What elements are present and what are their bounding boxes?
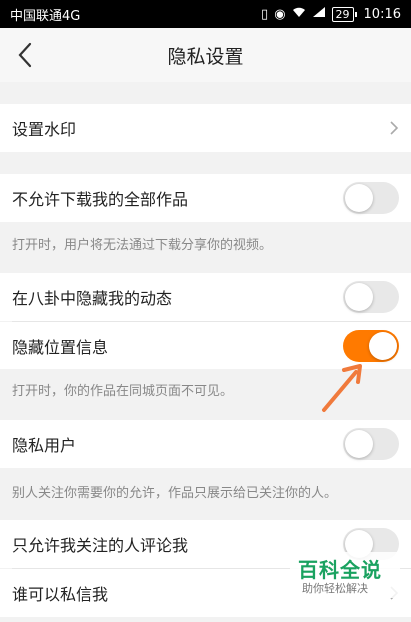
setting-hide-activity: 在八卦中隐藏我的动态: [0, 273, 411, 321]
page-title: 隐私设置: [167, 45, 244, 68]
hide-activity-toggle[interactable]: [343, 281, 399, 313]
annotation-arrow-icon: [322, 364, 362, 412]
setting-disallow-download: 不允许下载我的全部作品: [0, 174, 411, 222]
setting-label: 设置水印: [12, 120, 77, 139]
chevron-right-icon: [390, 121, 399, 135]
watermark-title: 百科全说: [298, 558, 382, 582]
setting-private-user: 隐私用户: [0, 420, 411, 468]
eye-icon: ◉: [274, 6, 286, 22]
setting-watermark[interactable]: 设置水印: [0, 104, 411, 152]
setting-label: 隐藏位置信息: [12, 337, 109, 357]
private-user-hint: 别人关注你需要你的允许，作品只展示给已关注你的人。: [12, 486, 338, 501]
private-user-toggle[interactable]: [343, 428, 399, 460]
back-arrow-icon[interactable]: [14, 40, 38, 70]
disallow-download-hint: 打开时，用户将无法通过下载分享你的视频。: [12, 238, 273, 253]
watermark-subtitle: 助你轻松解决: [302, 582, 368, 595]
setting-label: 隐私用户: [12, 436, 77, 455]
vibrate-icon: ▯: [261, 6, 269, 22]
carrier-label: 中国联通4G: [10, 8, 81, 24]
clock: 10:16: [363, 6, 401, 22]
setting-label: 只允许我关注的人评论我: [12, 536, 189, 555]
toggle-knob: [345, 184, 373, 212]
status-icons: ▯ ◉ 29 10:16: [261, 6, 401, 22]
nav-bar: 隐私设置: [0, 28, 411, 82]
signal-icon: [312, 6, 326, 22]
toggle-knob: [369, 332, 397, 360]
status-bar: 中国联通4G ▯ ◉ 29 10:16: [0, 0, 411, 28]
toggle-knob: [345, 283, 373, 311]
setting-label: 不允许下载我的全部作品: [12, 190, 189, 209]
hide-location-toggle[interactable]: [343, 330, 399, 362]
setting-label: 谁可以私信我: [12, 585, 109, 604]
disallow-download-toggle[interactable]: [343, 182, 399, 214]
watermark-logo: 百科全说 助你轻松解决: [290, 552, 400, 598]
hide-location-hint: 打开时，你的作品在同城页面不可见。: [12, 384, 234, 399]
battery-icon: 29: [331, 6, 357, 22]
wifi-icon: [292, 6, 306, 22]
toggle-knob: [345, 430, 373, 458]
setting-label: 在八卦中隐藏我的动态: [12, 289, 173, 308]
